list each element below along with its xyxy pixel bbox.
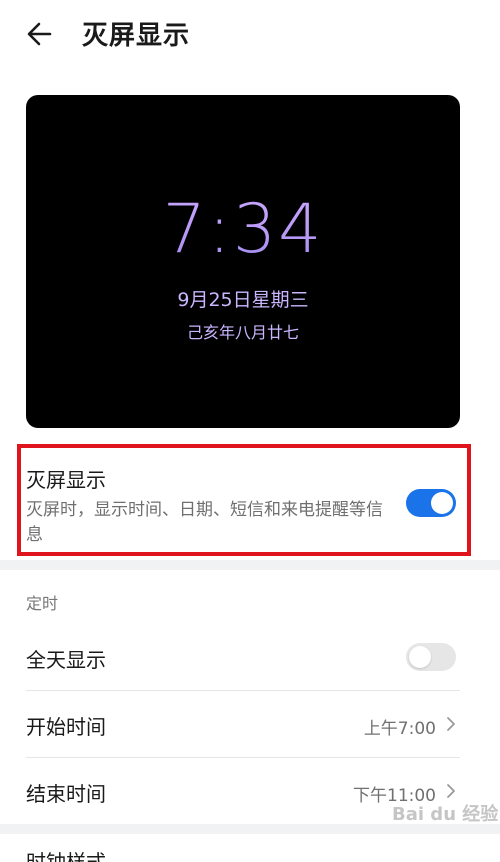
chevron-right-icon — [447, 784, 455, 798]
aod-title: 灭屏显示 — [26, 468, 106, 492]
back-arrow-icon — [27, 22, 52, 46]
aod-description: 灭屏时，显示时间、日期、短信和来电提醒等信息 — [26, 500, 383, 545]
toggle-knob — [431, 492, 453, 514]
schedule-section-label: 定时 — [26, 594, 59, 613]
clock-style-row-label[interactable]: 时钟样式 — [26, 842, 106, 862]
aod-setting-row[interactable]: 灭屏显示 灭屏时，显示时间、日期、短信和来电提醒等信息 — [0, 442, 500, 560]
app-header: 灭屏显示 — [0, 0, 500, 72]
section-gap — [0, 560, 500, 570]
aod-toggle[interactable] — [406, 489, 456, 517]
start-time-value: 上午7:00 — [363, 719, 436, 739]
aod-preview: 7:34 9月25日星期三 己亥年八月廿七 — [26, 95, 460, 428]
end-time-label: 结束时间 — [26, 782, 106, 806]
back-button[interactable] — [22, 14, 62, 54]
toggle-knob — [409, 646, 431, 668]
preview-date: 9月25日星期三 — [177, 289, 309, 311]
start-time-row[interactable]: 开始时间 上午7:00 — [0, 691, 500, 757]
preview-lunar-date: 己亥年八月廿七 — [186, 323, 299, 342]
preview-clock: 7:34 — [26, 190, 460, 270]
all-day-label: 全天显示 — [26, 648, 106, 672]
page-title: 灭屏显示 — [82, 21, 191, 51]
watermark: Bai du 经验 — [392, 804, 499, 825]
chevron-right-icon — [447, 717, 455, 731]
all-day-toggle[interactable] — [406, 643, 456, 671]
all-day-row[interactable]: 全天显示 — [0, 624, 500, 690]
start-time-label: 开始时间 — [26, 715, 106, 739]
